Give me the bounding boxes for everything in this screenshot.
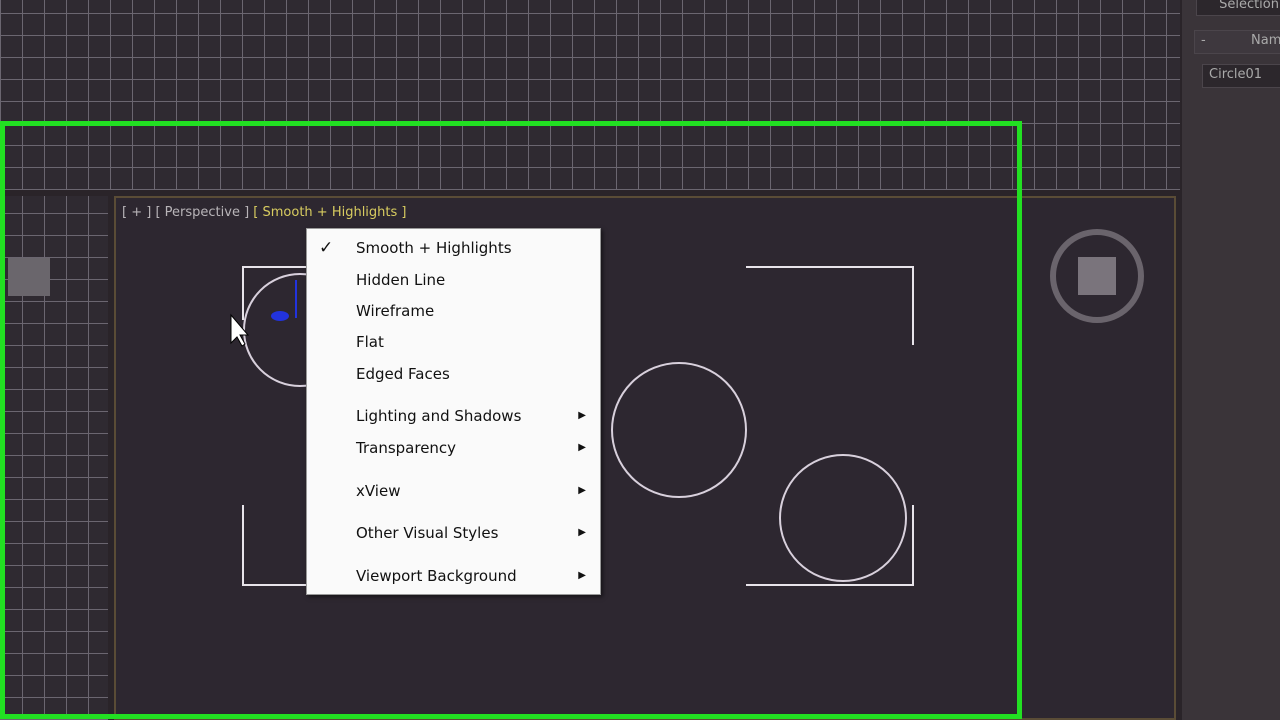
menu-item-flat[interactable]: Flat	[307, 328, 600, 356]
menu-item-label: xView	[356, 482, 401, 500]
checkmark-icon: ✓	[319, 238, 334, 258]
menu-item-label: Smooth + Highlights	[356, 239, 512, 257]
menu-item-label: Edged Faces	[356, 365, 450, 383]
menu-item-label: Lighting and Shadows	[356, 407, 522, 425]
submenu-arrow-icon: ▶	[578, 442, 586, 453]
submenu-arrow-icon: ▶	[578, 570, 586, 581]
shading-context-menu: ✓ Smooth + Highlights Hidden Line Wirefra…	[306, 228, 601, 595]
viewport-menu-plus[interactable]: [ + ]	[122, 205, 151, 220]
menu-item-label: Hidden Line	[356, 271, 446, 289]
menu-item-xview[interactable]: xView ▶	[307, 477, 600, 505]
menu-item-lighting-shadows[interactable]: Lighting and Shadows ▶	[307, 402, 600, 430]
menu-item-wireframe[interactable]: Wireframe	[307, 297, 600, 325]
submenu-arrow-icon: ▶	[578, 527, 586, 538]
menu-item-smooth-highlights[interactable]: ✓ Smooth + Highlights	[307, 234, 600, 262]
menu-item-edged-faces[interactable]: Edged Faces	[307, 360, 600, 388]
menu-item-other-visual-styles[interactable]: Other Visual Styles ▶	[307, 519, 600, 547]
menu-item-label: Flat	[356, 333, 384, 351]
viewport-shading-label[interactable]: [ Smooth + Highlights ]	[253, 205, 406, 220]
viewport-label: [ + ] [ Perspective ] [ Smooth + Highlig…	[122, 205, 407, 220]
menu-item-label: Other Visual Styles	[356, 524, 499, 542]
menu-item-viewport-background[interactable]: Viewport Background ▶	[307, 562, 600, 590]
menu-item-label: Wireframe	[356, 302, 435, 320]
navigation-gizmo-icon[interactable]	[1050, 229, 1144, 323]
viewport-point-of-view[interactable]: [ Perspective ]	[155, 205, 249, 220]
viewport-geometry	[8, 229, 1144, 586]
viewcube-left-icon[interactable]	[8, 258, 50, 296]
transform-gizmo-icon[interactable]	[271, 311, 289, 321]
circle-object[interactable]	[611, 362, 747, 498]
submenu-arrow-icon: ▶	[578, 485, 586, 496]
menu-item-label: Viewport Background	[356, 567, 517, 585]
menu-item-transparency[interactable]: Transparency ▶	[307, 434, 600, 462]
submenu-arrow-icon: ▶	[578, 410, 586, 421]
circle-object[interactable]	[779, 454, 907, 582]
menu-item-hidden-line[interactable]: Hidden Line	[307, 266, 600, 294]
menu-item-label: Transparency	[356, 439, 457, 457]
